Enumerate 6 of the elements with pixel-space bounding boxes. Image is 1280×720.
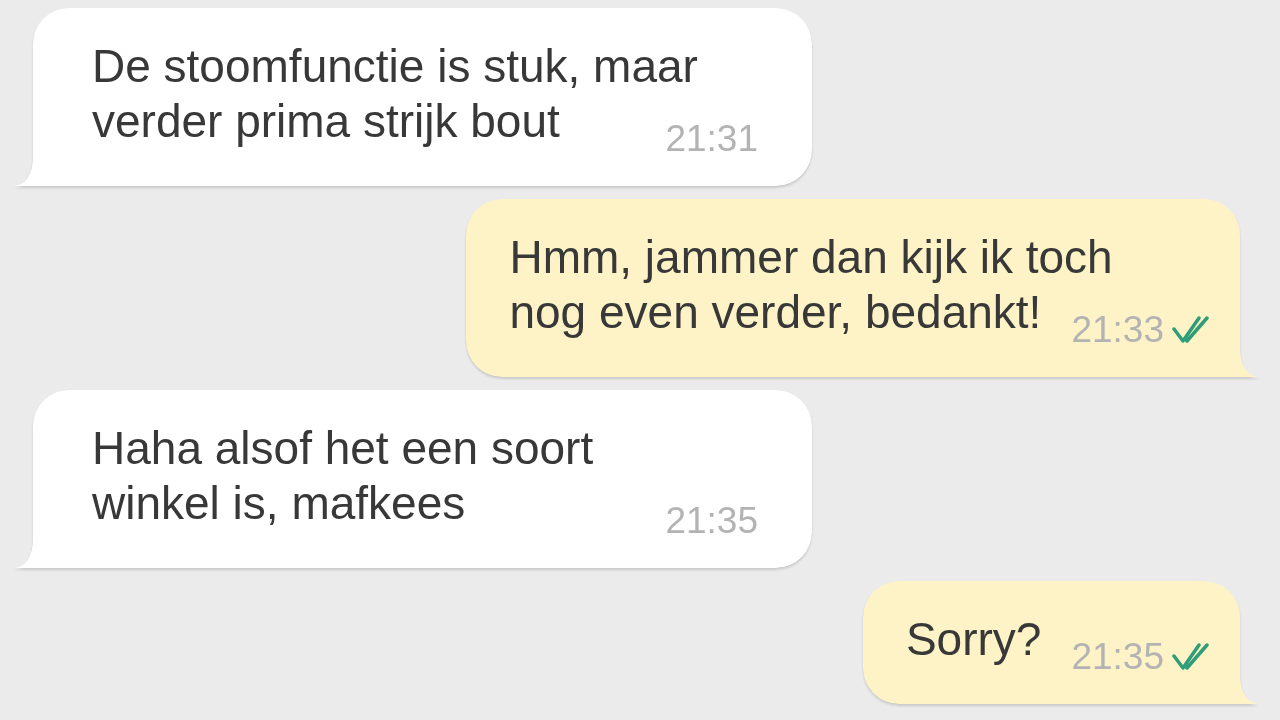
message-time: 21:35 <box>1071 638 1164 675</box>
message-time: 21:35 <box>665 502 758 539</box>
message-text: Sorry? <box>905 613 1042 665</box>
message-text: Haha alsof het een soort winkel is, mafkees <box>92 422 594 529</box>
message-time: 21:33 <box>1071 311 1164 348</box>
message-time: 21:31 <box>665 120 758 157</box>
